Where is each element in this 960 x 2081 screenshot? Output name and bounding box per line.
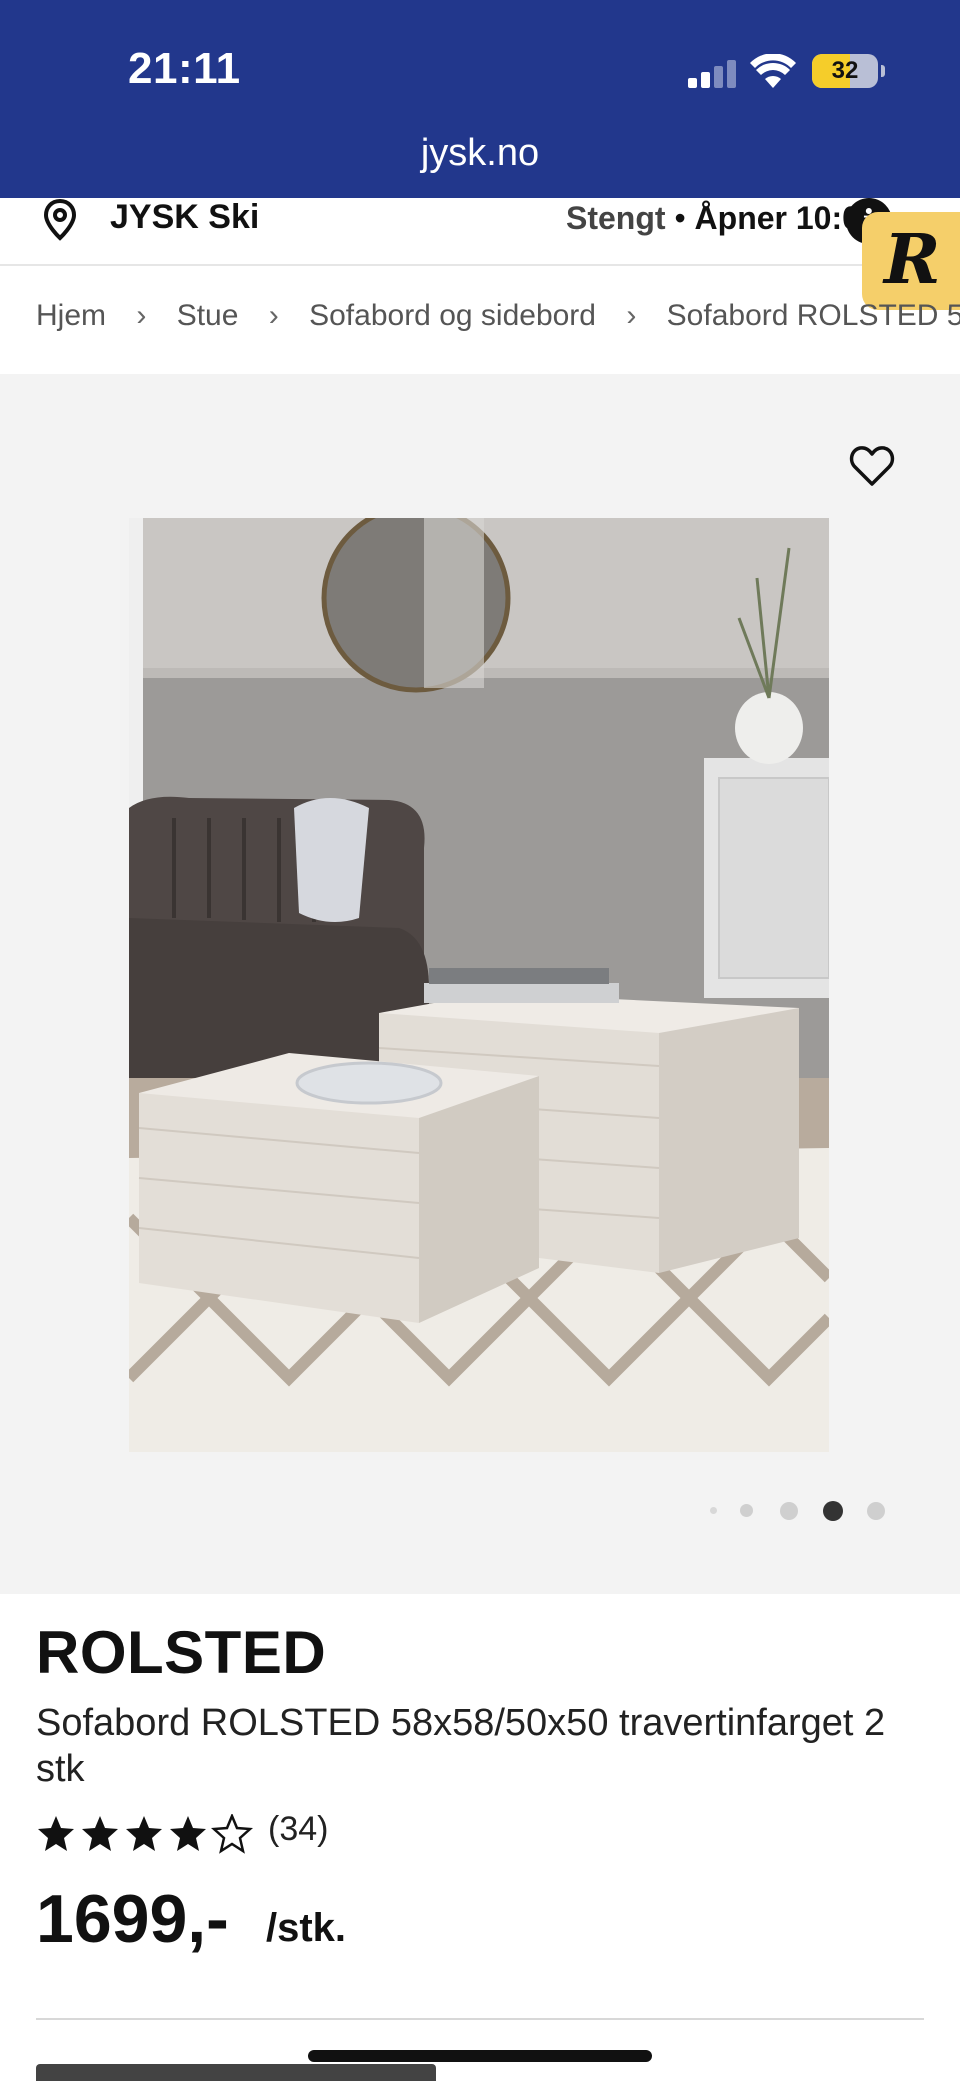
location-pin-icon — [43, 198, 77, 241]
wifi-icon — [750, 54, 796, 88]
status-separator: • — [674, 200, 686, 236]
browser-top-bar: 21:11 32 jysk.no — [0, 0, 960, 198]
url-bar[interactable]: jysk.no — [0, 132, 960, 175]
battery-level: 32 — [831, 57, 859, 84]
next-section-peek — [36, 2064, 456, 2081]
star-filled-icon — [126, 1816, 162, 1851]
breadcrumb-item-sofabord-og-sidebord[interactable]: Sofabord og sidebord — [309, 299, 596, 333]
store-closed-label: Stengt — [566, 200, 666, 236]
product-image[interactable] — [129, 518, 829, 1452]
product-brand: ROLSTED — [36, 1619, 327, 1686]
gallery-dot-3[interactable] — [780, 1502, 798, 1520]
star-filled-icon — [38, 1816, 74, 1851]
product-title: Sofabord ROLSTED 58x58/50x50 travertinfa… — [36, 1702, 886, 1790]
gallery-dot-4-active[interactable] — [823, 1501, 843, 1521]
rating-stars — [38, 1814, 252, 1853]
breadcrumb-item-current: Sofabord ROLSTED 58 — [666, 299, 960, 333]
breadcrumb-item-home[interactable]: Hjem — [36, 299, 106, 333]
cellular-signal-icon — [688, 60, 736, 88]
chevron-right-icon: › — [136, 299, 147, 333]
store-selector[interactable]: JYSK Ski Stengt • Åpner 10:00 — [0, 198, 960, 266]
star-filled-icon — [170, 1816, 206, 1851]
home-indicator[interactable] — [308, 2050, 652, 2062]
r-extension-glyph: R — [884, 220, 941, 300]
star-filled-icon — [82, 1816, 118, 1851]
chevron-right-icon: › — [626, 299, 637, 333]
store-name: JYSK Ski — [110, 198, 260, 236]
gallery-dot-2[interactable] — [740, 1504, 753, 1517]
status-time: 21:11 — [128, 44, 241, 93]
gallery-pagination[interactable] — [700, 1498, 900, 1522]
gallery-dot-5[interactable] — [867, 1502, 885, 1520]
gallery-dot-1[interactable] — [710, 1507, 717, 1514]
chevron-right-icon: › — [268, 299, 279, 333]
star-empty-icon — [212, 1814, 252, 1853]
heart-icon[interactable] — [848, 444, 896, 488]
store-opening-status: Stengt • Åpner 10:00 — [566, 200, 878, 237]
breadcrumb-item-stue[interactable]: Stue — [177, 299, 239, 333]
r-extension-icon[interactable]: R — [862, 212, 960, 310]
price-unit: /stk. — [266, 1906, 347, 1950]
review-count[interactable]: (34) — [268, 1810, 328, 1849]
battery-icon: 32 — [812, 54, 885, 88]
section-divider — [36, 2018, 924, 2020]
product-photo-illustration — [129, 518, 829, 1452]
breadcrumb: Hjem › Stue › Sofabord og sidebord › Sof… — [36, 298, 960, 342]
product-price: 1699,- — [36, 1881, 229, 1957]
